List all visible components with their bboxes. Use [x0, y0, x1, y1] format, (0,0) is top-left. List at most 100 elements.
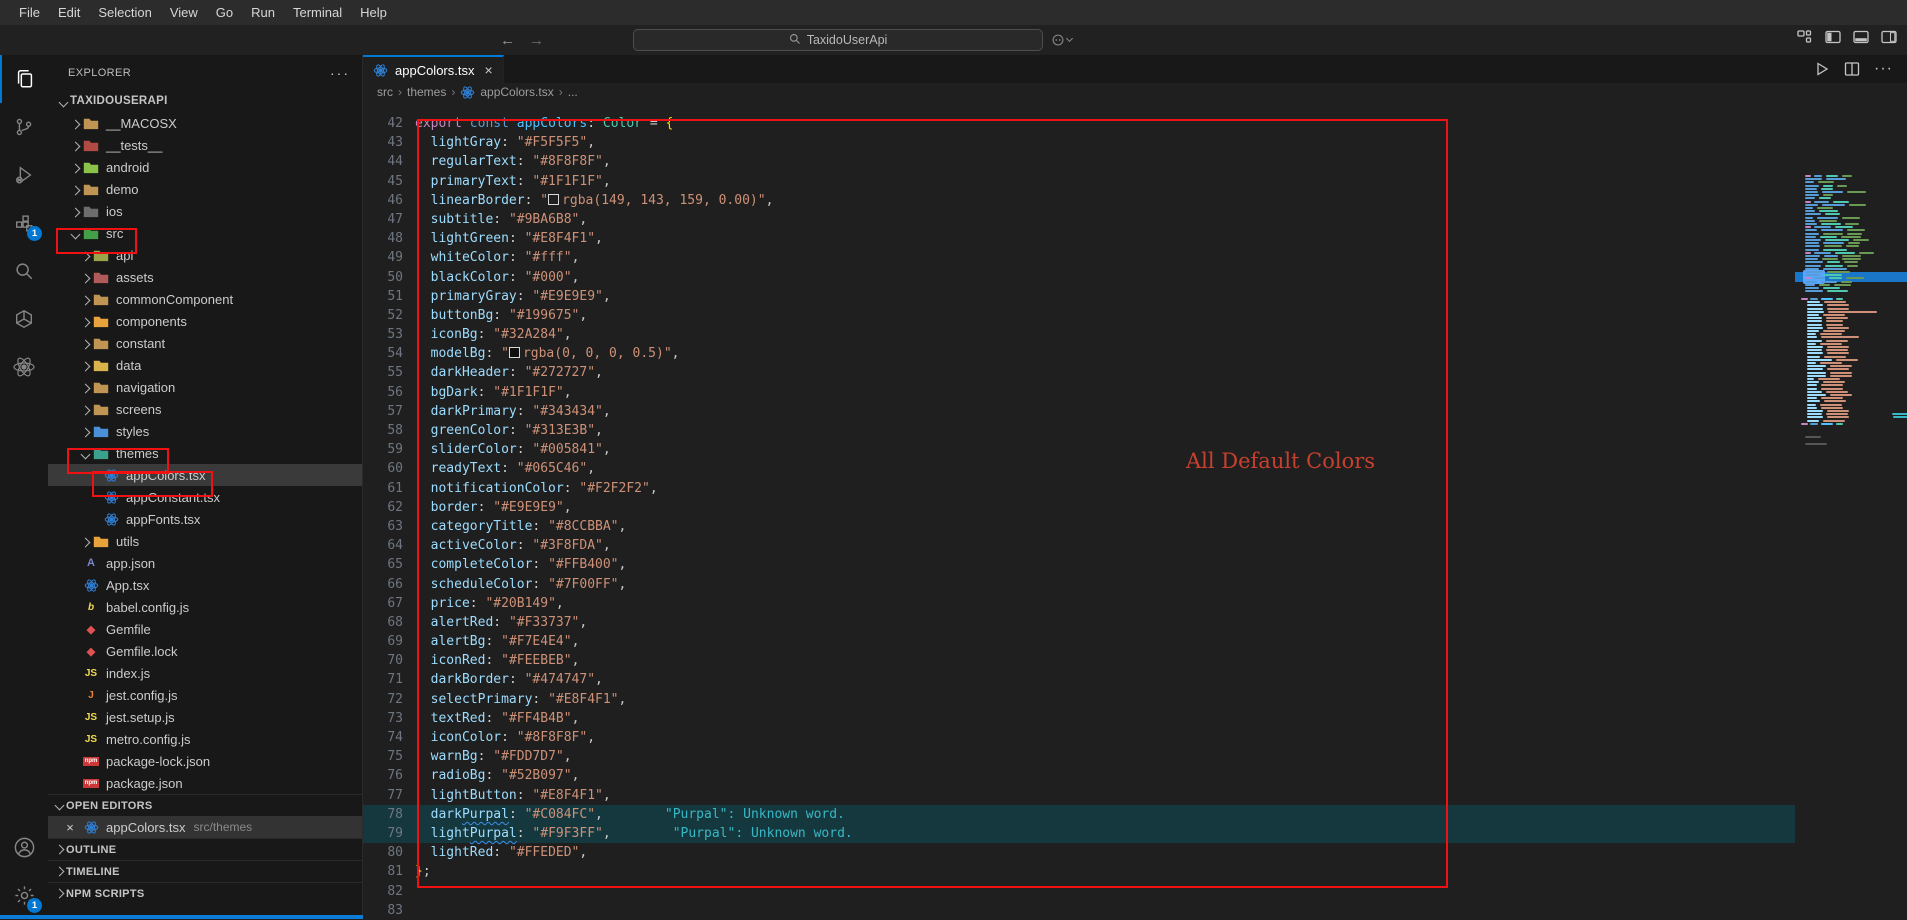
tree-item-demo[interactable]: demo [48, 178, 362, 200]
settings-gear-icon[interactable]: 1 [0, 871, 48, 919]
tree-item-appconstant-tsx[interactable]: appConstant.tsx [48, 486, 362, 508]
tree-item-appcolors-tsx[interactable]: appColors.tsx [48, 464, 362, 486]
menu-item-terminal[interactable]: Terminal [284, 0, 351, 25]
tree-item-app-json[interactable]: Aapp.json [48, 552, 362, 574]
tree-item-appfonts-tsx[interactable]: appFonts.tsx [48, 508, 362, 530]
tree-item-screens[interactable]: screens [48, 398, 362, 420]
tree-item-navigation[interactable]: navigation [48, 376, 362, 398]
code-line-51[interactable]: 51 primaryGray: "#E9E9E9", [363, 287, 1795, 306]
code-line-58[interactable]: 58 greenColor: "#313E3B", [363, 421, 1795, 440]
close-icon[interactable]: × [62, 820, 78, 835]
menu-item-view[interactable]: View [161, 0, 207, 25]
nav-forward-icon[interactable]: → [529, 32, 544, 49]
code-area[interactable]: 42export const appColors: Color = {43 li… [363, 101, 1907, 920]
tree-item-gemfile[interactable]: ◆Gemfile [48, 618, 362, 640]
react-native-tools-icon[interactable] [0, 343, 48, 391]
command-center-search[interactable]: TaxidoUserApi [633, 29, 1043, 51]
tree-item-jest-setup-js[interactable]: JSjest.setup.js [48, 706, 362, 728]
section-npm-scripts[interactable]: NPM SCRIPTS [48, 882, 362, 904]
copilot-menu[interactable] [1051, 33, 1072, 47]
search-view-icon[interactable] [0, 247, 48, 295]
tree-item-constant[interactable]: constant [48, 332, 362, 354]
tree-item--macosx[interactable]: __MACOSX [48, 112, 362, 134]
code-line-62[interactable]: 62 border: "#E9E9E9", [363, 498, 1795, 517]
source-control-icon[interactable] [0, 103, 48, 151]
code-line-61[interactable]: 61 notificationColor: "#F2F2F2", [363, 479, 1795, 498]
code-line-79[interactable]: 79 lightPurpal: "#F9F3FF","Purpal": Unkn… [363, 824, 1795, 843]
code-line-53[interactable]: 53 iconBg: "#32A284", [363, 325, 1795, 344]
code-line-54[interactable]: 54 modelBg: "rgba(0, 0, 0, 0.5)", [363, 344, 1795, 363]
code-line-65[interactable]: 65 completeColor: "#FFB400", [363, 555, 1795, 574]
section-timeline[interactable]: TIMELINE [48, 860, 362, 882]
tree-item-utils[interactable]: utils [48, 530, 362, 552]
code-line-56[interactable]: 56 bgDark: "#1F1F1F", [363, 383, 1795, 402]
nav-back-icon[interactable]: ← [500, 32, 515, 49]
code-line-74[interactable]: 74 iconColor: "#8F8F8F", [363, 728, 1795, 747]
code-line-75[interactable]: 75 warnBg: "#FDD7D7", [363, 747, 1795, 766]
section-open-editors[interactable]: OPEN EDITORS [48, 794, 362, 816]
code-line-77[interactable]: 77 lightButton: "#E8F4F1", [363, 786, 1795, 805]
tree-item-jest-config-js[interactable]: Jjest.config.js [48, 684, 362, 706]
code-line-66[interactable]: 66 scheduleColor: "#7F00FF", [363, 575, 1795, 594]
tree-item-components[interactable]: components [48, 310, 362, 332]
code-line-52[interactable]: 52 buttonBg: "#199675", [363, 306, 1795, 325]
code-line-42[interactable]: 42export const appColors: Color = { [363, 114, 1795, 133]
code-line-76[interactable]: 76 radioBg: "#52B097", [363, 766, 1795, 785]
tree-item-app-tsx[interactable]: App.tsx [48, 574, 362, 596]
code-line-82[interactable]: 82 [363, 882, 1795, 901]
tree-item-src[interactable]: src [48, 222, 362, 244]
editor-more-actions-icon[interactable]: ··· [1874, 60, 1893, 78]
code-line-70[interactable]: 70 iconRed: "#FEEBEB", [363, 651, 1795, 670]
code-line-83[interactable]: 83 [363, 901, 1795, 920]
section-outline[interactable]: OUTLINE [48, 838, 362, 860]
code-line-63[interactable]: 63 categoryTitle: "#8CCBBA", [363, 517, 1795, 536]
menu-item-selection[interactable]: Selection [89, 0, 160, 25]
tree-item-package-json[interactable]: npmpackage.json [48, 772, 362, 794]
tree-item-styles[interactable]: styles [48, 420, 362, 442]
breadcrumb-item[interactable]: ... [568, 85, 578, 99]
tree-item-commoncomponent[interactable]: commonComponent [48, 288, 362, 310]
tree-item-data[interactable]: data [48, 354, 362, 376]
tree-item-android[interactable]: android [48, 156, 362, 178]
code-line-44[interactable]: 44 regularText: "#8F8F8F", [363, 152, 1795, 171]
code-line-68[interactable]: 68 alertRed: "#F33737", [363, 613, 1795, 632]
run-debug-icon[interactable] [0, 151, 48, 199]
open-editor-item[interactable]: × appColors.tsx src/themes [48, 816, 362, 838]
code-line-78[interactable]: 78 darkPurpal: "#C084FC","Purpal": Unkno… [363, 805, 1795, 824]
code-line-64[interactable]: 64 activeColor: "#3F8FDA", [363, 536, 1795, 555]
menu-item-help[interactable]: Help [351, 0, 396, 25]
code-line-67[interactable]: 67 price: "#20B149", [363, 594, 1795, 613]
breadcrumb[interactable]: src›themes›appColors.tsx›... [363, 83, 1907, 101]
breadcrumb-item[interactable]: appColors.tsx [480, 85, 553, 99]
code-line-57[interactable]: 57 darkPrimary: "#343434", [363, 402, 1795, 421]
code-line-71[interactable]: 71 darkBorder: "#474747", [363, 670, 1795, 689]
code-line-73[interactable]: 73 textRed: "#FF4B4B", [363, 709, 1795, 728]
menu-item-edit[interactable]: Edit [49, 0, 89, 25]
tree-root[interactable]: TAXIDOUSERAPI [48, 90, 362, 112]
tree-item-api[interactable]: api [48, 244, 362, 266]
tab-appcolors[interactable]: appColors.tsx × [363, 55, 504, 83]
minimap[interactable] [1795, 101, 1907, 919]
split-editor-icon[interactable] [1844, 61, 1860, 77]
toggle-panel-icon[interactable] [1853, 29, 1869, 45]
code-line-45[interactable]: 45 primaryText: "#1F1F1F", [363, 172, 1795, 191]
breadcrumb-item[interactable]: src [377, 85, 393, 99]
tree-item-gemfile-lock[interactable]: ◆Gemfile.lock [48, 640, 362, 662]
toggle-sidebar-right-icon[interactable] [1881, 29, 1897, 45]
tree-item-package-lock-json[interactable]: npmpackage-lock.json [48, 750, 362, 772]
code-line-60[interactable]: 60 readyText: "#065C46", [363, 459, 1795, 478]
tab-close-icon[interactable]: × [484, 62, 492, 78]
code-line-46[interactable]: 46 linearBorder: "rgba(149, 143, 159, 0.… [363, 191, 1795, 210]
tree-item-ios[interactable]: ios [48, 200, 362, 222]
account-icon[interactable] [0, 823, 48, 871]
code-line-47[interactable]: 47 subtitle: "#9BA6B8", [363, 210, 1795, 229]
tree-item-index-js[interactable]: JSindex.js [48, 662, 362, 684]
code-line-50[interactable]: 50 blackColor: "#000", [363, 268, 1795, 287]
menu-item-go[interactable]: Go [207, 0, 242, 25]
cube-icon[interactable] [0, 295, 48, 343]
tree-item-metro-config-js[interactable]: JSmetro.config.js [48, 728, 362, 750]
code-line-80[interactable]: 80 lightRed: "#FFEDED", [363, 843, 1795, 862]
code-line-59[interactable]: 59 sliderColor: "#005841", [363, 440, 1795, 459]
explorer-icon[interactable] [0, 55, 48, 103]
tree-item-themes[interactable]: themes [48, 442, 362, 464]
